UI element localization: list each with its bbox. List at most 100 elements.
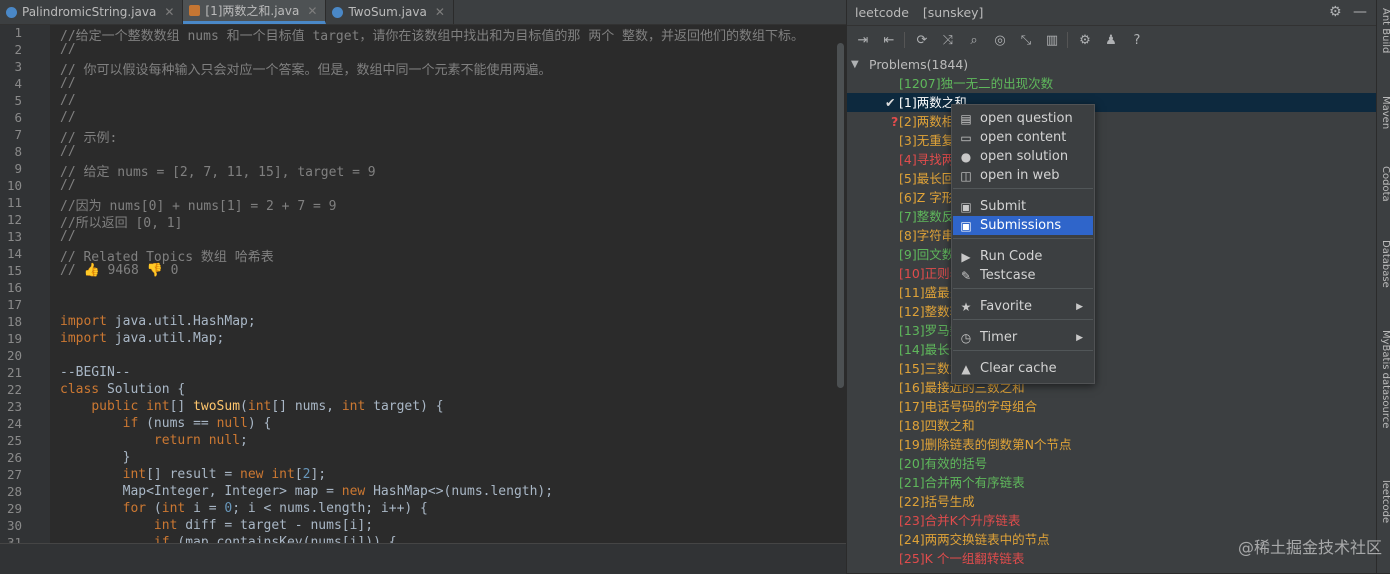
line-number: 29	[6, 501, 22, 516]
code-line[interactable]: if (map.containsKey(nums[i])) {	[60, 535, 397, 543]
gear-icon[interactable]: ⚙	[1329, 4, 1342, 20]
code-line[interactable]: //	[60, 229, 76, 244]
menu-item-favorite[interactable]: ★ Favorite ▶	[953, 297, 1093, 316]
code-line[interactable]: //	[60, 42, 76, 57]
code-line[interactable]: Map<Integer, Integer> map = new HashMap<…	[60, 484, 553, 499]
code-line[interactable]: for (int i = 0; i < nums.length; i++) {	[60, 501, 428, 516]
problem-item[interactable]: ✔ [1]两数之和	[847, 93, 1377, 112]
problem-item[interactable]: [9]回文数	[847, 245, 1377, 264]
refresh-icon[interactable]: ⟳	[912, 30, 932, 50]
code-line[interactable]: // 你可以假设每种输入只会对应一个答案。但是，数组中同一个元素不能使用两遍。	[60, 59, 551, 78]
menu-item-submissions[interactable]: ▣ Submissions	[953, 216, 1093, 235]
code-line[interactable]: if (nums == null) {	[60, 416, 272, 431]
java-file-icon	[189, 5, 201, 16]
menu-item-open-question[interactable]: ▤ open question	[953, 109, 1093, 128]
problem-item[interactable]: [19]删除链表的倒数第N个节点	[847, 435, 1377, 454]
locate-icon[interactable]: ◎	[990, 30, 1010, 50]
problem-item[interactable]: [20]有效的括号	[847, 454, 1377, 473]
problem-item[interactable]: [3]无重复字符的最长子串	[847, 131, 1377, 150]
problem-item[interactable]: [18]四数之和	[847, 416, 1377, 435]
problem-item[interactable]: [15]三数之和	[847, 359, 1377, 378]
menu-item-open-content[interactable]: ▭ open content	[953, 128, 1093, 147]
testcase-icon: ✎	[960, 268, 972, 283]
problem-item[interactable]: [1207]独一无二的出现次数	[847, 74, 1377, 93]
line-number: 23	[6, 399, 22, 414]
problem-item[interactable]: [22]括号生成	[847, 492, 1377, 511]
problem-item[interactable]: [21]合并两个有序链表	[847, 473, 1377, 492]
menu-item-clear-cache[interactable]: ▲ Clear cache	[953, 359, 1093, 378]
tool-strip-ant-build[interactable]: Ant Build	[1377, 8, 1390, 53]
code-line[interactable]: //给定一个整数数组 nums 和一个目标值 target，请你在该数组中找出和…	[60, 25, 804, 44]
shuffle-icon[interactable]: ⤨	[938, 30, 958, 50]
chart-icon[interactable]: ▥	[1042, 30, 1062, 50]
problem-item[interactable]: [10]正则表达式匹配	[847, 264, 1377, 283]
code-line[interactable]: //所以返回 [0, 1]	[60, 212, 182, 231]
problem-item[interactable]: ? [2]两数相加	[847, 112, 1377, 131]
code-line[interactable]: //	[60, 144, 76, 159]
code-line[interactable]: class Solution {	[60, 382, 185, 397]
code-line[interactable]: int[] result = new int[2];	[60, 467, 327, 482]
tool-strip-codota[interactable]: Codota	[1377, 166, 1390, 202]
search-icon[interactable]: ⌕	[964, 30, 984, 50]
problem-item[interactable]: [11]盛最多水的容器	[847, 283, 1377, 302]
problem-item[interactable]: [16]最接近的三数之和	[847, 378, 1377, 397]
attempted-icon: ?	[891, 114, 899, 129]
tool-strip-maven[interactable]: Maven	[1377, 96, 1390, 129]
line-number: 4	[14, 76, 22, 91]
code-line[interactable]: }	[60, 450, 131, 465]
code-line[interactable]: int diff = target - nums[i];	[60, 518, 373, 533]
minimize-icon[interactable]: —	[1353, 4, 1367, 20]
menu-item-timer[interactable]: ◷ Timer ▶	[953, 328, 1093, 347]
menu-item-run-code[interactable]: ▶ Run Code	[953, 247, 1093, 266]
tab-two-sum-problem[interactable]: [1]两数之和.java ✕	[183, 0, 327, 24]
tool-strip-database[interactable]: Database	[1377, 240, 1390, 288]
close-icon[interactable]: ✕	[307, 4, 317, 18]
menu-item-submit[interactable]: ▣ Submit	[953, 197, 1093, 216]
problem-item[interactable]: [12]整数转罗马数字	[847, 302, 1377, 321]
tool-strip-mybatis-datasource[interactable]: MyBatis datasource	[1377, 330, 1390, 428]
menu-item-open-in-web[interactable]: ◫ open in web	[953, 166, 1093, 185]
problem-item[interactable]: [14]最长公共前缀	[847, 340, 1377, 359]
code-line[interactable]: // 👍 9468 👎 0	[60, 263, 178, 278]
code-line[interactable]: import java.util.Map;	[60, 331, 224, 346]
code-line[interactable]: //	[60, 93, 76, 108]
problem-label: [25]K 个一组翻转链表	[899, 551, 1025, 566]
settings-icon[interactable]: ⚙	[1075, 30, 1095, 50]
username-label: [sunskey]	[922, 5, 984, 20]
code-editor[interactable]: 1 2 3 4 5 6 7 8 9 10 11 12 13 14 15 16 17 18 19 20 21 22 23 24 2…	[0, 25, 846, 543]
code-line[interactable]: return null;	[60, 433, 248, 448]
tool-strip-leetcode[interactable]: leetcode	[1377, 480, 1390, 523]
tab-two-sum[interactable]: TwoSum.java ✕	[326, 0, 454, 24]
code-line[interactable]: public int[] twoSum(int[] nums, int targ…	[60, 399, 443, 414]
code-line[interactable]: //	[60, 178, 76, 193]
problem-item[interactable]: [5]最长回文子串	[847, 169, 1377, 188]
tab-palindromic-string[interactable]: PalindromicString.java ✕	[0, 0, 184, 24]
problems-root-node[interactable]: ▼ Problems(1844)	[847, 55, 1377, 74]
submit-icon: ▣	[960, 199, 972, 214]
problem-item[interactable]: [17]电话号码的字母组合	[847, 397, 1377, 416]
problem-item[interactable]: [7]整数反转	[847, 207, 1377, 226]
code-line[interactable]: --BEGIN--	[60, 365, 130, 380]
menu-item-label: Timer	[980, 330, 1018, 345]
close-icon[interactable]: ✕	[164, 5, 174, 19]
code-line[interactable]: // 给定 nums = [2, 7, 11, 15], target = 9	[60, 161, 376, 180]
problem-item[interactable]: [13]罗马数字转整数	[847, 321, 1377, 340]
problem-item[interactable]: [8]字符串转换整数	[847, 226, 1377, 245]
problem-item[interactable]: [4]寻找两个正序数组的中位数	[847, 150, 1377, 169]
bell-icon[interactable]: ♟	[1101, 30, 1121, 50]
code-line[interactable]: //	[60, 110, 76, 125]
logout-icon[interactable]: ⇤	[879, 30, 899, 50]
expand-arrow-icon[interactable]: ▼	[851, 55, 859, 74]
code-line[interactable]: //	[60, 76, 76, 91]
collapse-icon[interactable]: ⤡	[1016, 30, 1036, 50]
code-line[interactable]: import java.util.HashMap;	[60, 314, 256, 329]
menu-item-open-solution[interactable]: ● open solution	[953, 147, 1093, 166]
help-icon[interactable]: ?	[1127, 30, 1147, 50]
problem-item[interactable]: [6]Z 字形变换	[847, 188, 1377, 207]
vertical-scrollbar[interactable]	[837, 43, 844, 388]
menu-item-testcase[interactable]: ✎ Testcase	[953, 266, 1093, 285]
close-icon[interactable]: ✕	[435, 5, 445, 19]
login-icon[interactable]: ⇥	[853, 30, 873, 50]
line-number: 19	[6, 331, 22, 346]
problem-item[interactable]: [23]合并K个升序链表	[847, 511, 1377, 530]
